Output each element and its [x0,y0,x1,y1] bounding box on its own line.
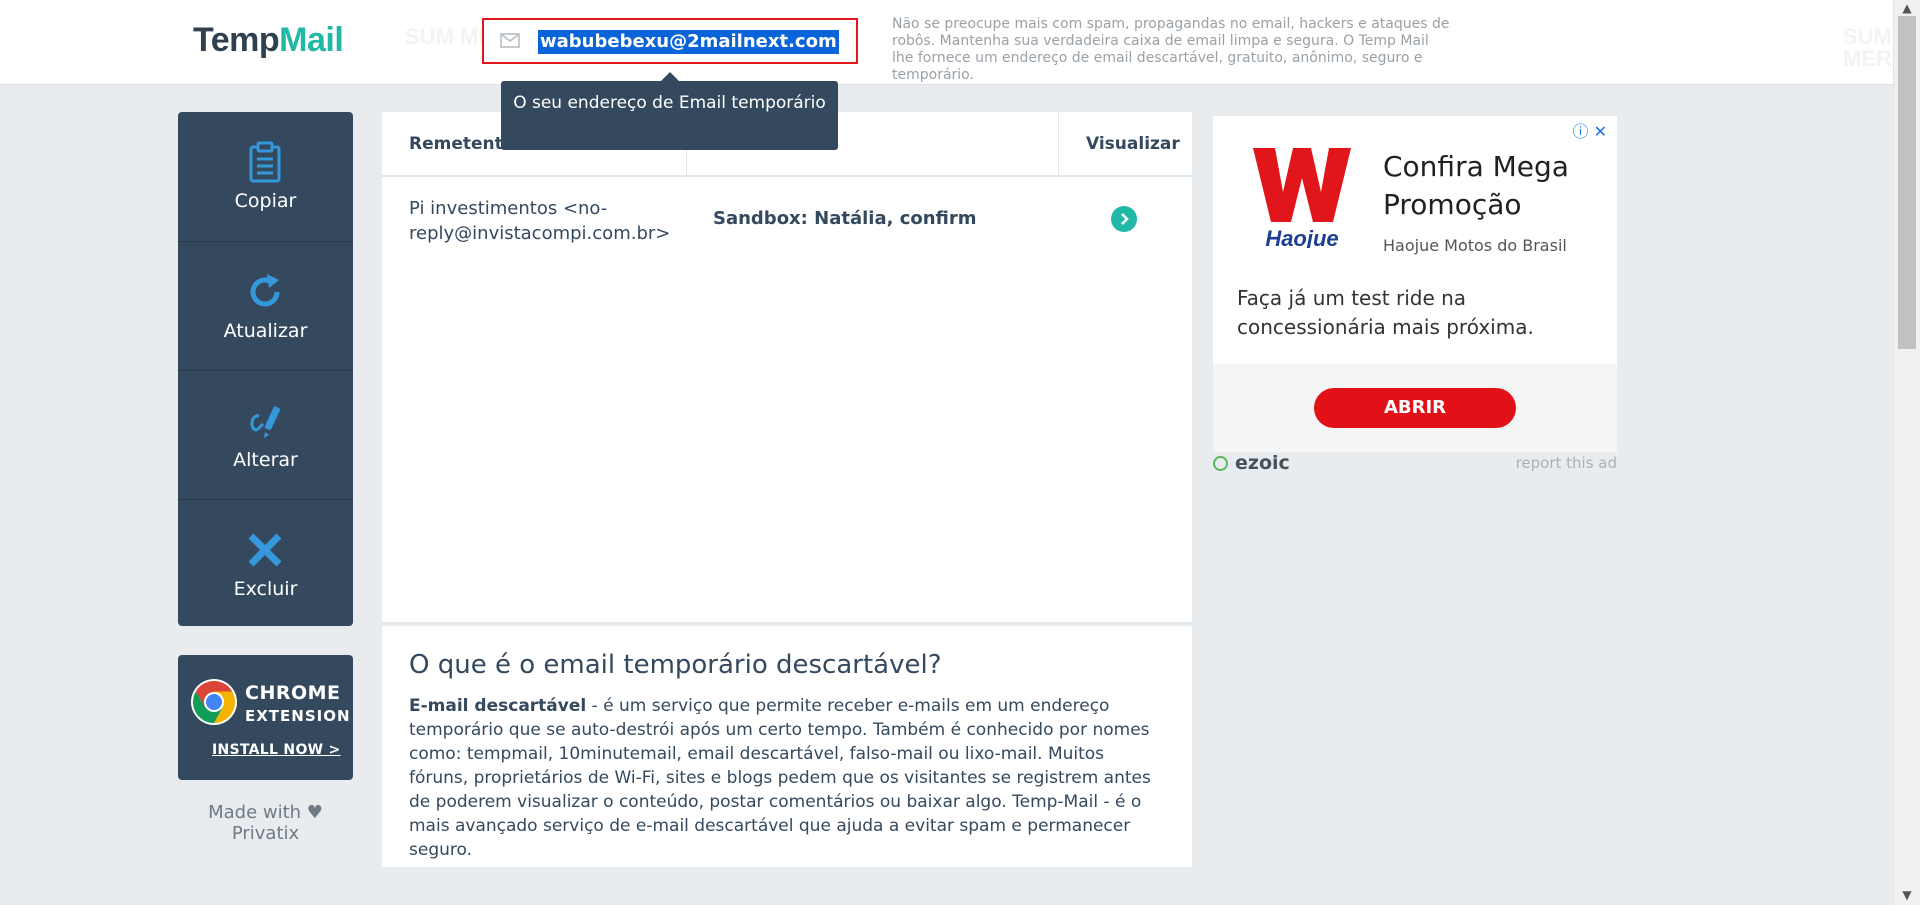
change-button[interactable]: Alterar [178,370,353,498]
report-ad-link[interactable]: report this ad [1516,454,1617,472]
edit-icon [250,406,281,438]
ad-open-button[interactable]: ABRIR [1314,388,1516,428]
copy-button[interactable]: Copiar [178,112,353,240]
header-description: Não se preocupe mais com spam, propagand… [892,16,1450,83]
email-address[interactable]: wabubebexu@2mailnext.com [538,30,839,54]
ad-title[interactable]: Confira Mega Promoção [1383,148,1617,224]
background-doodle: SUM MER [1843,24,1892,71]
delete-icon [248,533,282,567]
column-sender: Remetente [409,134,515,154]
page-scrollbar[interactable]: ▲ ▼ [1893,0,1920,905]
ezoic-label[interactable]: ezoic [1235,452,1290,474]
ad-attribution: ezoic report this ad [1213,452,1617,474]
message-subject[interactable]: Sandbox: Natália, confirm [713,208,977,229]
refresh-button[interactable]: Atualizar [178,241,353,369]
envelope-icon [500,33,520,48]
info-title: O que é o email temporário descartável? [409,650,942,680]
ad-advertiser: Haojue Motos do Brasil [1383,236,1567,255]
scrollbar-thumb[interactable] [1898,16,1916,349]
info-text: E-mail descartável - é um serviço que pe… [409,696,1151,860]
header: SUM MER SUM MER TempMail wabubebexu@2mai… [0,0,1893,85]
ad-choices-icon[interactable]: ⓘ ✕ [1573,118,1608,142]
ezoic-icon [1213,456,1228,471]
table-row[interactable]: Pi investimentos <no-reply@invistacompi.… [382,179,1192,269]
ad-body: Faça já um test ride na concessionária m… [1237,286,1534,339]
advertisement[interactable]: ⓘ ✕ Haojue Confira Mega Promoção Haojue … [1213,116,1617,452]
tempmail-logo[interactable]: TempMail [193,21,344,60]
svg-text:Haojue: Haojue [1265,226,1338,248]
email-tooltip: O seu endereço de Email temporário [501,72,838,150]
action-sidebar: Copiar Atualizar Alterar Excluir [178,112,353,626]
delete-button[interactable]: Excluir [178,499,353,627]
view-message-button[interactable] [1111,206,1137,232]
info-section: O que é o email temporário descartável? … [382,626,1192,867]
haojue-logo: Haojue [1253,148,1351,248]
scroll-up-icon[interactable]: ▲ [1901,2,1913,14]
ad-footer: ABRIR [1213,364,1617,452]
chrome-logo-icon [191,679,237,725]
install-now-link[interactable]: INSTALL NOW > [212,742,341,758]
clipboard-icon [249,141,281,183]
scroll-down-icon[interactable]: ▼ [1901,889,1913,901]
refresh-icon [250,274,280,307]
column-divider [1058,112,1059,176]
column-view: Visualizar [1086,134,1180,154]
message-sender: Pi investimentos <no-reply@invistacompi.… [409,198,671,244]
made-with-credit[interactable]: Made with ♥ Privatix [178,802,353,844]
email-address-field[interactable]: wabubebexu@2mailnext.com [482,18,858,64]
chrome-extension-banner[interactable]: CHROME EXTENSION INSTALL NOW > [178,655,353,780]
inbox-table: Remetente Assunto Visualizar Pi investim… [382,112,1192,624]
chevron-right-icon [1121,213,1129,225]
